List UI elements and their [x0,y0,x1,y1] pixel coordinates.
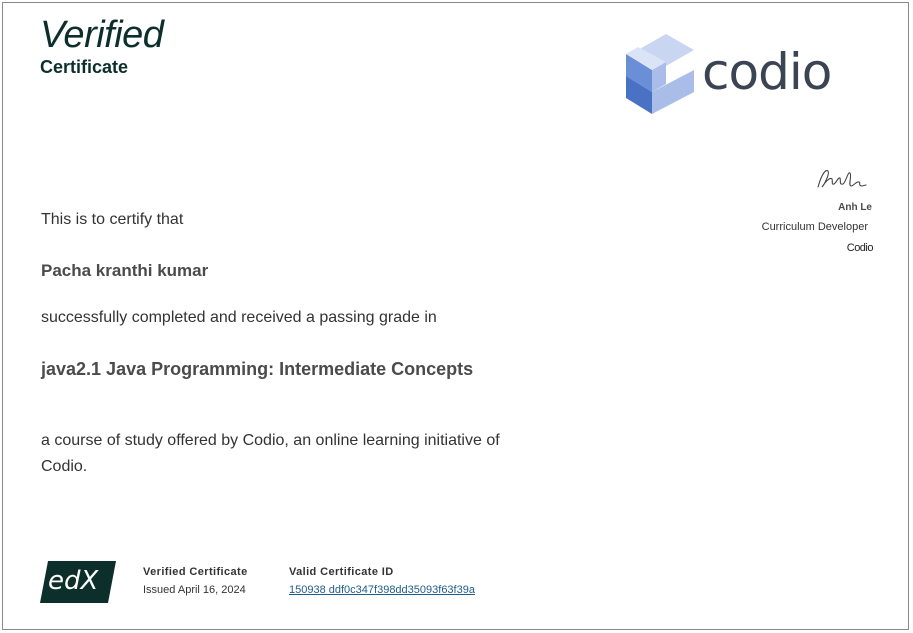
certify-intro: This is to certify that [41,211,184,228]
signatory-org: Codio [846,242,874,254]
certificate-title: Verified [40,14,164,56]
signatory-role: Curriculum Developer [761,221,868,233]
course-title: java2.1 Java Programming: Intermediate C… [41,359,474,379]
codio-logo: codio [624,34,844,118]
signatory-name: Anh Le [838,202,872,213]
signature-image [817,169,867,188]
issued-date: Issued April 16, 2024 [143,584,246,596]
certificate-subtitle: Certificate [40,57,129,77]
edx-logo: edX [40,561,116,603]
recipient-name: Pacha kranthi kumar [41,261,209,280]
edx-logo-text: edX [48,566,100,596]
codio-logo-mark [626,34,694,114]
certificate-type-label: Verified Certificate [143,566,248,578]
completion-statement: successfully completed and received a pa… [41,309,437,326]
offered-statement: a course of study offered by Codio, an o… [41,432,500,475]
codio-logo-text: codio [702,43,832,101]
certificate-id-link[interactable]: 150938 ddf0c347f398dd35093f63f39a [289,584,475,596]
certificate-id-label: Valid Certificate ID [289,566,394,578]
